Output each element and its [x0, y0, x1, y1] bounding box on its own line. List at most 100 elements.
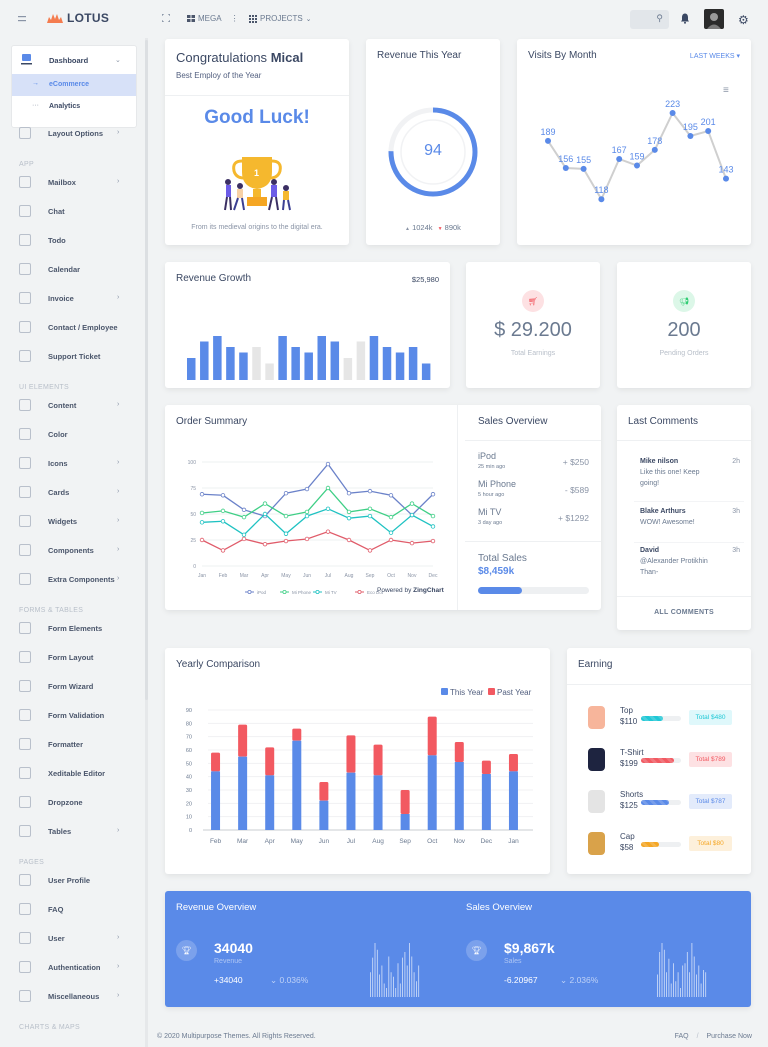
- comment-author: David: [640, 547, 660, 554]
- sidebar-item-components[interactable]: Components ›: [0, 541, 148, 561]
- all-comments-link[interactable]: ALL COMMENTS: [617, 609, 751, 616]
- visits-data-label: 178: [647, 136, 662, 146]
- footer-purchase-link[interactable]: Purchase Now: [706, 1033, 752, 1040]
- sidebar-item-user-profile[interactable]: User Profile: [0, 871, 148, 891]
- legend-label[interactable]: This Year: [450, 688, 484, 697]
- series-point: [388, 514, 394, 520]
- sidebar-item-miscellaneous[interactable]: Miscellaneous ›: [0, 987, 148, 1007]
- sidebar-item-icons[interactable]: Icons ›: [0, 454, 148, 474]
- sidebar-item-color[interactable]: Color: [0, 425, 148, 445]
- earning-progress-fill: [641, 842, 659, 847]
- period-dropdown[interactable]: LAST WEEKS ▾: [690, 52, 740, 60]
- crop-icon: [19, 573, 31, 585]
- visits-line-chart: 189 156 155 118 167159178 223 195 201 143: [540, 99, 734, 203]
- y-tick-label: 25: [190, 538, 196, 544]
- sidebar-subitem-ecommerce[interactable]: → eCommerce: [12, 74, 136, 96]
- legend-label[interactable]: Mi Phone: [292, 590, 312, 595]
- sidebar-item-content[interactable]: Content ›: [0, 396, 148, 416]
- sidebar-item-formatter[interactable]: Formatter: [0, 735, 148, 755]
- series-point: [199, 520, 205, 525]
- user-icon: [19, 932, 31, 944]
- congrats-caption: From its medieval origins to the digital…: [191, 224, 323, 231]
- visits-data-label: 195: [683, 122, 698, 132]
- search-input[interactable]: ⚲: [630, 10, 669, 29]
- sidebar-item-mailbox[interactable]: Mailbox ›: [0, 173, 148, 193]
- visits-data-label: 155: [576, 155, 591, 165]
- sidebar-item-tables[interactable]: Tables ›: [0, 822, 148, 842]
- sidebar-item-form-elements[interactable]: Form Elements: [0, 619, 148, 639]
- mega-menu-button[interactable]: MEGA ⋮: [187, 14, 239, 23]
- sidebar-subitem-analytics[interactable]: ··· Analytics: [12, 96, 136, 118]
- sidebar-item-widgets[interactable]: Widgets ›: [0, 512, 148, 532]
- gear-icon[interactable]: ⚙: [738, 13, 749, 27]
- sidebar-item-label: Invoice: [48, 294, 74, 303]
- comment-item[interactable]: David 3h @Alexander Protikhin Than-: [640, 547, 740, 578]
- bell-icon[interactable]: [680, 13, 690, 24]
- file-check-icon: [19, 709, 31, 721]
- sparkline-bar: [397, 963, 399, 997]
- sidebar-item-layout-options[interactable]: Layout Options ›: [0, 124, 148, 144]
- sidebar-item-form-wizard[interactable]: Form Wizard: [0, 677, 148, 697]
- sidebar-scrollbar[interactable]: [145, 40, 148, 700]
- sidebar-item-calendar[interactable]: Calendar: [0, 260, 148, 280]
- series-point: [262, 501, 268, 506]
- congrats-title-prefix: Congratulations: [176, 50, 268, 65]
- sidebar-item-cards[interactable]: Cards ›: [0, 483, 148, 503]
- sidebar-item-form-validation[interactable]: Form Validation: [0, 706, 148, 726]
- avatar[interactable]: [704, 9, 724, 29]
- bar-past-year: [346, 735, 356, 773]
- projects-menu-button[interactable]: PROJECTS ⌄: [249, 14, 312, 23]
- series-point: [409, 512, 415, 518]
- sidebar-item-user[interactable]: User ›: [0, 929, 148, 949]
- earning-item-price: $199: [620, 759, 638, 768]
- brand-logo[interactable]: LOTUS: [47, 11, 109, 25]
- menu-icon[interactable]: [18, 14, 26, 25]
- sales-item-time: 25 min ago: [478, 464, 506, 470]
- period-dropdown-label: LAST WEEKS: [689, 53, 735, 60]
- sparkline-bar: [402, 957, 403, 997]
- divider: [465, 541, 601, 542]
- sidebar-item-invoice[interactable]: Invoice ›: [0, 289, 148, 309]
- bar-past-year: [373, 744, 383, 776]
- y-tick-label: 20: [186, 801, 192, 807]
- sales-item[interactable]: Mi Phone 5 hour ago - $589: [478, 479, 589, 505]
- sidebar-item-chat[interactable]: Chat: [0, 202, 148, 222]
- sidebar-item-contact-employee[interactable]: Contact / Employee: [0, 318, 148, 338]
- sidebar-item-todo[interactable]: Todo: [0, 231, 148, 251]
- series-point: [199, 492, 205, 497]
- sales-item[interactable]: Mi TV 3 day ago + $1292: [478, 507, 589, 533]
- sales-item[interactable]: iPod 25 min ago + $250: [478, 451, 589, 477]
- sidebar-item-xeditable-editor[interactable]: Xeditable Editor: [0, 764, 148, 784]
- revenue-growth-bar: [408, 347, 418, 380]
- comment-item[interactable]: Mike nilson 2h Like this one! Keep going!: [634, 458, 744, 502]
- sidebar-item-dropzone[interactable]: Dropzone: [0, 793, 148, 813]
- legend-label[interactable]: Mi TV: [325, 590, 337, 595]
- last-comments-card: Last Comments ALL COMMENTS Mike nilson 2h…: [617, 405, 751, 630]
- sidebar-item-dashboard[interactable]: Dashboard ⌄: [12, 46, 138, 74]
- y-tick-label: 90: [186, 708, 192, 714]
- sidebar-item-faq[interactable]: FAQ: [0, 900, 148, 920]
- sidebar-item-form-layout[interactable]: Form Layout: [0, 648, 148, 668]
- sidebar-item-authentication[interactable]: Authentication ›: [0, 958, 148, 978]
- sparkline-bar: [388, 956, 390, 997]
- sidebar-item-extra-components[interactable]: Extra Components ›: [0, 570, 148, 590]
- legend-label[interactable]: iPod: [257, 590, 267, 595]
- earning-item: Cap $58 Total $80: [567, 829, 751, 863]
- divider: [634, 501, 744, 502]
- x-tick-label: Dec: [429, 573, 438, 579]
- x-tick-label: Nov: [454, 838, 466, 845]
- bar-this-year: [481, 774, 491, 830]
- cap-image: [588, 832, 605, 855]
- zingchart-credit[interactable]: Powered by ZingChart: [377, 587, 444, 594]
- sparkline-bar: [677, 972, 679, 997]
- sales-overview-delta: -6.20967: [504, 975, 538, 985]
- legend-label[interactable]: Past Year: [497, 688, 532, 697]
- series-point: [262, 511, 268, 517]
- sidebar-item-support-ticket[interactable]: Support Ticket: [0, 347, 148, 367]
- footer-faq-link[interactable]: FAQ: [675, 1033, 689, 1040]
- fullscreen-button[interactable]: [162, 14, 170, 22]
- legend-swatch: [488, 688, 495, 695]
- sparkline-bar: [376, 949, 378, 997]
- sparkline-bar: [406, 965, 408, 997]
- comment-item[interactable]: Blake Arthurs 3h WOW! Awesome!: [634, 508, 744, 543]
